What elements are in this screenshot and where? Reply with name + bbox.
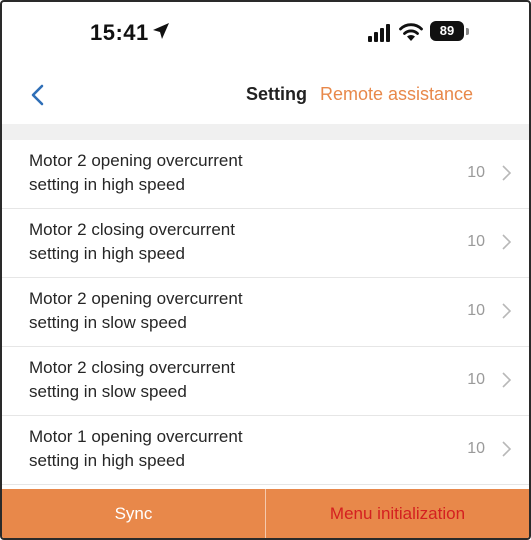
location-arrow-icon [153, 23, 169, 39]
settings-list: Motor 2 opening overcurrent setting in h… [2, 140, 529, 485]
status-time: 15:41 [90, 20, 149, 45]
setting-value: 10 [467, 302, 485, 319]
nav-bar: Setting Remote assistance [2, 66, 529, 124]
chevron-left-icon [31, 84, 44, 106]
page-title: Setting [246, 84, 307, 104]
setting-label: Motor 2 closing overcurrent setting in h… [29, 220, 235, 263]
settings-row[interactable]: Motor 2 opening overcurrent setting in s… [2, 278, 529, 347]
setting-value: 10 [467, 440, 485, 457]
status-bar: 15:41 89 [2, 2, 529, 66]
chevron-right-icon [502, 234, 512, 250]
sync-button[interactable]: Sync [2, 489, 266, 538]
battery-level: 89 [439, 23, 455, 38]
chevron-right-icon [502, 165, 512, 181]
setting-label: Motor 2 closing overcurrent setting in s… [29, 358, 235, 401]
signal-bars-icon [368, 24, 390, 42]
setting-value: 10 [467, 233, 485, 250]
chevron-right-icon [502, 441, 512, 457]
battery-tip [466, 28, 469, 35]
chevron-right-icon [502, 372, 512, 388]
wifi-icon [399, 23, 423, 41]
bottom-action-bar: Sync Menu initialization [2, 489, 529, 538]
remote-assistance-button[interactable]: Remote assistance [320, 84, 473, 105]
menu-initialization-button[interactable]: Menu initialization [266, 489, 529, 538]
phone-screen: 15:41 89 Setting Remote assistance Motor… [0, 0, 531, 540]
chevron-right-icon [502, 303, 512, 319]
settings-row[interactable]: Motor 2 closing overcurrent setting in h… [2, 209, 529, 278]
setting-value: 10 [467, 164, 485, 181]
setting-label: Motor 2 opening overcurrent setting in h… [29, 151, 243, 194]
settings-row[interactable]: Motor 2 opening overcurrent setting in h… [2, 140, 529, 209]
battery-icon: 89 [430, 21, 464, 41]
setting-label: Motor 2 opening overcurrent setting in s… [29, 289, 243, 332]
settings-row[interactable]: Motor 2 closing overcurrent setting in s… [2, 347, 529, 416]
setting-value: 10 [467, 371, 485, 388]
settings-row[interactable]: Motor 1 opening overcurrent setting in h… [2, 416, 529, 485]
setting-label: Motor 1 opening overcurrent setting in h… [29, 427, 243, 470]
back-button[interactable] [24, 80, 54, 110]
section-divider [2, 124, 529, 140]
